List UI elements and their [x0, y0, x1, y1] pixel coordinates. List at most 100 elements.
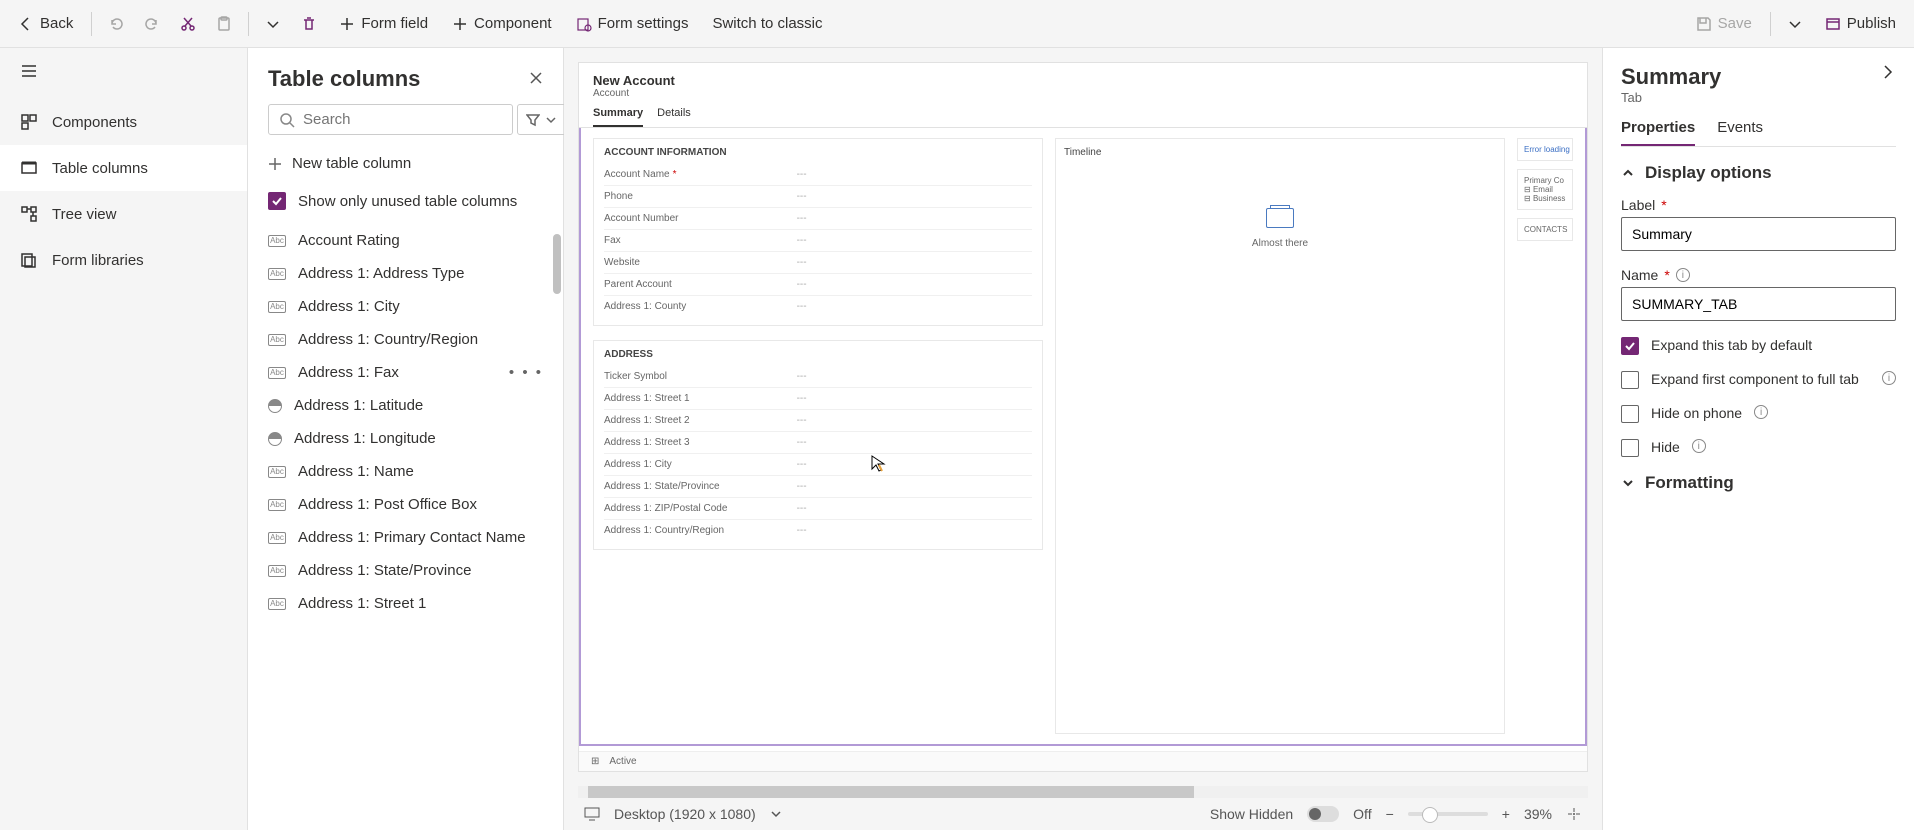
redo-button[interactable] [136, 10, 168, 38]
group-formatting[interactable]: Formatting [1621, 473, 1896, 493]
redo-icon [144, 16, 160, 32]
tab-events[interactable]: Events [1717, 119, 1763, 146]
save-chevron[interactable] [1779, 10, 1811, 38]
group-display-options[interactable]: Display options [1621, 163, 1896, 183]
expand-default-checkbox[interactable]: Expand this tab by default [1621, 337, 1896, 355]
nav-table-columns[interactable]: Table columns [0, 145, 247, 191]
section-account-info[interactable]: ACCOUNT INFORMATION Account Name*---Phon… [593, 138, 1043, 326]
info-icon[interactable]: i [1676, 268, 1690, 282]
paste-button[interactable] [208, 10, 240, 38]
right-card[interactable]: Primary Co⊟ Email⊟ Business [1517, 169, 1573, 210]
more-chevron[interactable] [257, 10, 289, 38]
form-field-row[interactable]: Address 1: Street 1--- [604, 388, 1032, 410]
form-field-row[interactable]: Address 1: Street 3--- [604, 432, 1032, 454]
search-input[interactable] [303, 111, 502, 128]
publish-button[interactable]: Publish [1815, 9, 1906, 38]
undo-button[interactable] [100, 10, 132, 38]
form-field-row[interactable]: Parent Account--- [604, 274, 1032, 296]
nav-form-libraries[interactable]: Form libraries [0, 237, 247, 283]
hide-phone-checkbox[interactable]: Hide on phone i [1621, 405, 1896, 423]
zoom-slider[interactable] [1408, 812, 1488, 816]
zoom-in-button[interactable]: + [1502, 806, 1510, 822]
form-field-row[interactable]: Address 1: Country/Region--- [604, 520, 1032, 541]
cut-button[interactable] [172, 10, 204, 38]
field-value: --- [797, 415, 807, 426]
form-field-row[interactable]: Ticker Symbol--- [604, 366, 1032, 388]
form-field-row[interactable]: Address 1: County--- [604, 296, 1032, 317]
zoom-out-button[interactable]: − [1386, 806, 1394, 822]
info-icon[interactable]: i [1692, 439, 1706, 453]
nav-tree-view[interactable]: Tree view [0, 191, 247, 237]
form-field-row[interactable]: Address 1: Street 2--- [604, 410, 1032, 432]
form-settings-button[interactable]: Form settings [566, 9, 699, 38]
field-label: Address 1: Country/Region [604, 525, 797, 536]
new-table-column-button[interactable]: New table column [248, 145, 563, 182]
close-button[interactable] [529, 69, 543, 90]
form-field-row[interactable]: Website--- [604, 252, 1032, 274]
field-label: Address 1: City [604, 459, 797, 470]
timeline-text: Almost there [1064, 238, 1496, 249]
toggle-off-label: Off [1353, 806, 1371, 822]
device-label[interactable]: Desktop (1920 x 1080) [614, 806, 756, 822]
tab-properties[interactable]: Properties [1621, 119, 1695, 146]
expand-first-checkbox[interactable]: Expand first component to full tab i [1621, 371, 1896, 389]
column-item[interactable]: AbcAddress 1: Fax• • • [248, 356, 563, 389]
form-field-button[interactable]: Form field [329, 9, 438, 38]
hamburger-button[interactable] [0, 48, 247, 99]
column-item[interactable]: AbcAddress 1: Name [248, 455, 563, 488]
scrollbar-thumb[interactable] [553, 234, 561, 294]
column-label: Account Rating [298, 232, 400, 249]
info-icon[interactable]: i [1882, 371, 1896, 385]
error-link[interactable]: Error loading [1524, 145, 1570, 154]
label-input[interactable] [1621, 217, 1896, 251]
column-item[interactable]: AbcAddress 1: State/Province [248, 554, 563, 587]
search-input-wrap[interactable] [268, 104, 513, 135]
delete-button[interactable] [293, 10, 325, 38]
scrollbar-thumb[interactable] [588, 786, 1194, 798]
form-field-row[interactable]: Address 1: ZIP/Postal Code--- [604, 498, 1032, 520]
right-card[interactable]: Error loading [1517, 138, 1573, 161]
column-item[interactable]: AbcAddress 1: Primary Contact Name [248, 521, 563, 554]
section-address[interactable]: ADDRESS Ticker Symbol---Address 1: Stree… [593, 340, 1043, 550]
switch-classic-button[interactable]: Switch to classic [702, 9, 832, 38]
right-card[interactable]: CONTACTS [1517, 218, 1573, 241]
nav-components[interactable]: Components [0, 99, 247, 145]
more-icon[interactable]: • • • [509, 364, 543, 381]
column-item[interactable]: AbcAddress 1: Country/Region [248, 323, 563, 356]
form-field-row[interactable]: Phone--- [604, 186, 1032, 208]
column-item[interactable]: AbcAccount Rating [248, 224, 563, 257]
form-tab-summary[interactable]: Summary [593, 107, 643, 127]
form-field-row[interactable]: Account Number--- [604, 208, 1032, 230]
show-hidden-toggle[interactable] [1307, 806, 1339, 822]
name-input[interactable] [1621, 287, 1896, 321]
form-field-row[interactable]: Address 1: City--- [604, 454, 1032, 476]
form-field-row[interactable]: Fax--- [604, 230, 1032, 252]
column-label: Address 1: Street 1 [298, 595, 426, 612]
show-unused-checkbox[interactable]: Show only unused table columns [248, 182, 563, 224]
fit-icon[interactable] [1566, 806, 1582, 822]
form-field-row[interactable]: Account Name*--- [604, 164, 1032, 186]
field-value: --- [797, 481, 807, 492]
column-item[interactable]: Address 1: Longitude [248, 422, 563, 455]
back-button[interactable]: Back [8, 9, 83, 38]
form-tab-details[interactable]: Details [657, 107, 691, 127]
column-item[interactable]: Address 1: Latitude [248, 389, 563, 422]
form-canvas[interactable]: New Account Account Summary Details ACCO… [578, 62, 1588, 772]
form-field-row[interactable]: Address 1: State/Province--- [604, 476, 1032, 498]
info-icon[interactable]: i [1754, 405, 1768, 419]
column-item[interactable]: AbcAddress 1: Post Office Box [248, 488, 563, 521]
form-field-label: Form field [361, 15, 428, 32]
name-field-label: Name*i [1621, 267, 1896, 283]
filter-button[interactable] [517, 104, 567, 135]
column-item[interactable]: AbcAddress 1: Street 1 [248, 587, 563, 620]
chevron-right-icon[interactable] [1880, 64, 1896, 80]
column-item[interactable]: AbcAddress 1: Address Type [248, 257, 563, 290]
component-button[interactable]: Component [442, 9, 562, 38]
chevron-down-icon[interactable] [770, 808, 782, 820]
section-timeline[interactable]: Timeline Almost there [1055, 138, 1505, 734]
column-item[interactable]: AbcAddress 1: City [248, 290, 563, 323]
save-button[interactable]: Save [1686, 9, 1762, 38]
text-type-icon: Abc [268, 367, 286, 379]
hide-checkbox[interactable]: Hide i [1621, 439, 1896, 457]
canvas-horizontal-scrollbar[interactable] [578, 786, 1588, 798]
